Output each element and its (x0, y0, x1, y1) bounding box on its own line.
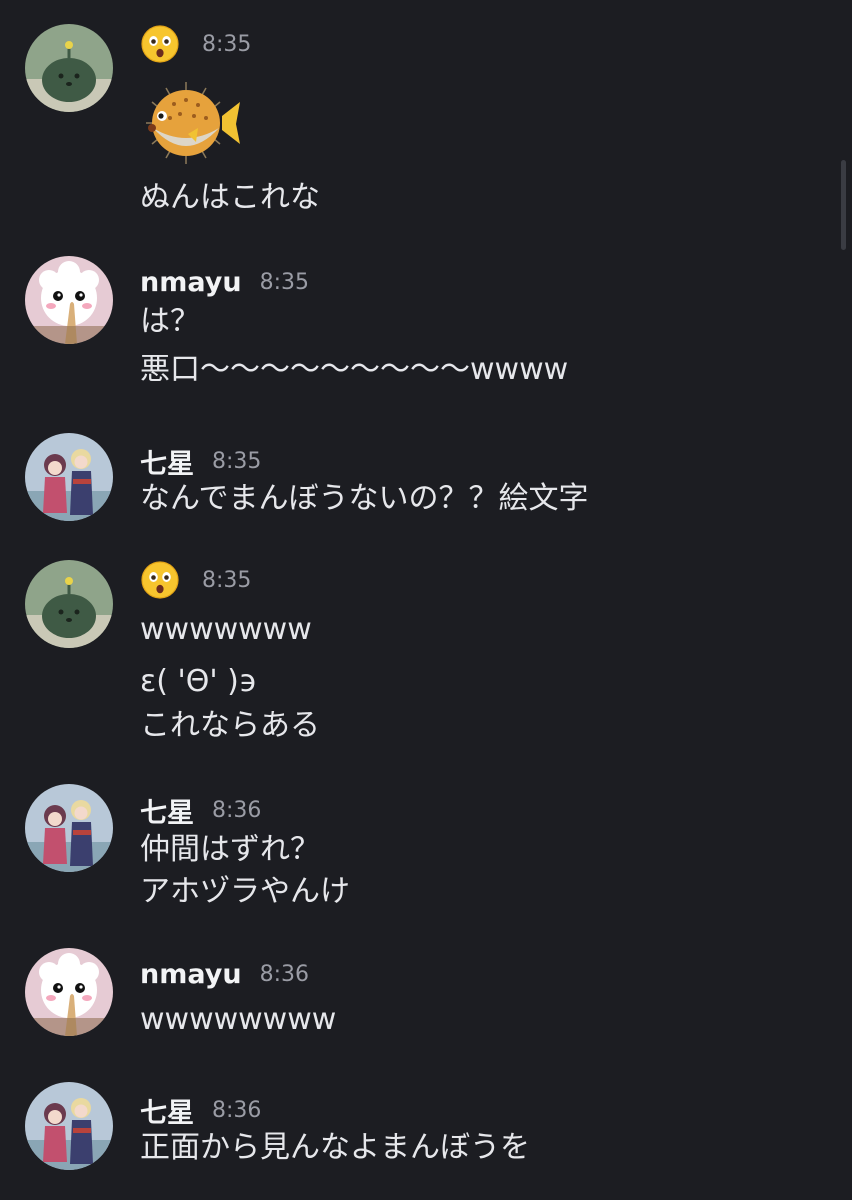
avatar[interactable] (25, 1082, 113, 1170)
astonished-face-icon[interactable] (140, 560, 180, 600)
message-text: 悪口〜〜〜〜〜〜〜〜〜wwww (140, 352, 569, 387)
message-header: 8:35 (140, 24, 251, 64)
message-text: ぬんはこれな (140, 180, 320, 215)
avatar[interactable] (25, 784, 113, 872)
username[interactable]: 七星 (140, 791, 194, 830)
message-text: 正面から見んなよまんぼうを (140, 1130, 530, 1165)
message-text: なんでまんぼうないの？？絵文字 (140, 481, 589, 516)
scrollbar[interactable] (841, 160, 846, 250)
message-header: nmayu 8:35 (140, 262, 309, 302)
message-text: これならある (140, 708, 320, 743)
chat-message: 8:35 wwwwwww ε( 'Θ' )϶ これならある (0, 560, 852, 760)
chat-message: 七星 8:36 仲間はずれ？ アホヅラやんけ (0, 784, 852, 924)
message-header: 七星 8:36 (140, 790, 261, 830)
timestamp: 8:35 (202, 31, 252, 57)
message-text: は？ (140, 304, 200, 339)
chat-message: 七星 8:35 なんでまんぼうないの？？絵文字 (0, 433, 852, 533)
avatar[interactable] (25, 433, 113, 521)
astonished-face-icon[interactable] (140, 24, 180, 64)
message-text: wwwwwww (140, 612, 312, 647)
avatar[interactable] (25, 948, 113, 1036)
avatar[interactable] (25, 560, 113, 648)
timestamp: 8:36 (212, 797, 262, 823)
message-header: nmayu 8:36 (140, 954, 309, 994)
username[interactable]: 七星 (140, 442, 194, 481)
message-header: 七星 8:35 (140, 441, 261, 481)
message-text: 仲間はずれ？ (140, 832, 320, 867)
timestamp: 8:36 (259, 961, 309, 987)
username[interactable]: nmayu (140, 267, 242, 298)
timestamp: 8:35 (212, 448, 262, 474)
message-header: 8:35 (140, 560, 251, 600)
username[interactable]: nmayu (140, 959, 242, 990)
message-header: 七星 8:36 (140, 1090, 261, 1130)
timestamp: 8:35 (259, 269, 309, 295)
timestamp: 8:36 (212, 1097, 262, 1123)
avatar[interactable] (25, 24, 113, 112)
message-text: wwwwwwww (140, 1002, 337, 1037)
chat-message: 8:35 ぬんはこれな (0, 24, 852, 224)
blowfish-icon (136, 78, 246, 172)
chat-message: nmayu 8:35 は？ 悪口〜〜〜〜〜〜〜〜〜wwww (0, 256, 852, 396)
message-text: ε( 'Θ' )϶ (140, 664, 258, 699)
username[interactable]: 七星 (140, 1091, 194, 1130)
message-text: アホヅラやんけ (140, 874, 350, 909)
chat-message: nmayu 8:36 wwwwwwww (0, 948, 852, 1048)
avatar[interactable] (25, 256, 113, 344)
chat-message: 七星 8:36 正面から見んなよまんぼうを (0, 1082, 852, 1182)
timestamp: 8:35 (202, 567, 252, 593)
chat-message-list: 8:35 ぬんはこれな nmayu 8:35 は？ 悪口〜〜〜〜〜〜〜〜〜www… (0, 0, 852, 1200)
